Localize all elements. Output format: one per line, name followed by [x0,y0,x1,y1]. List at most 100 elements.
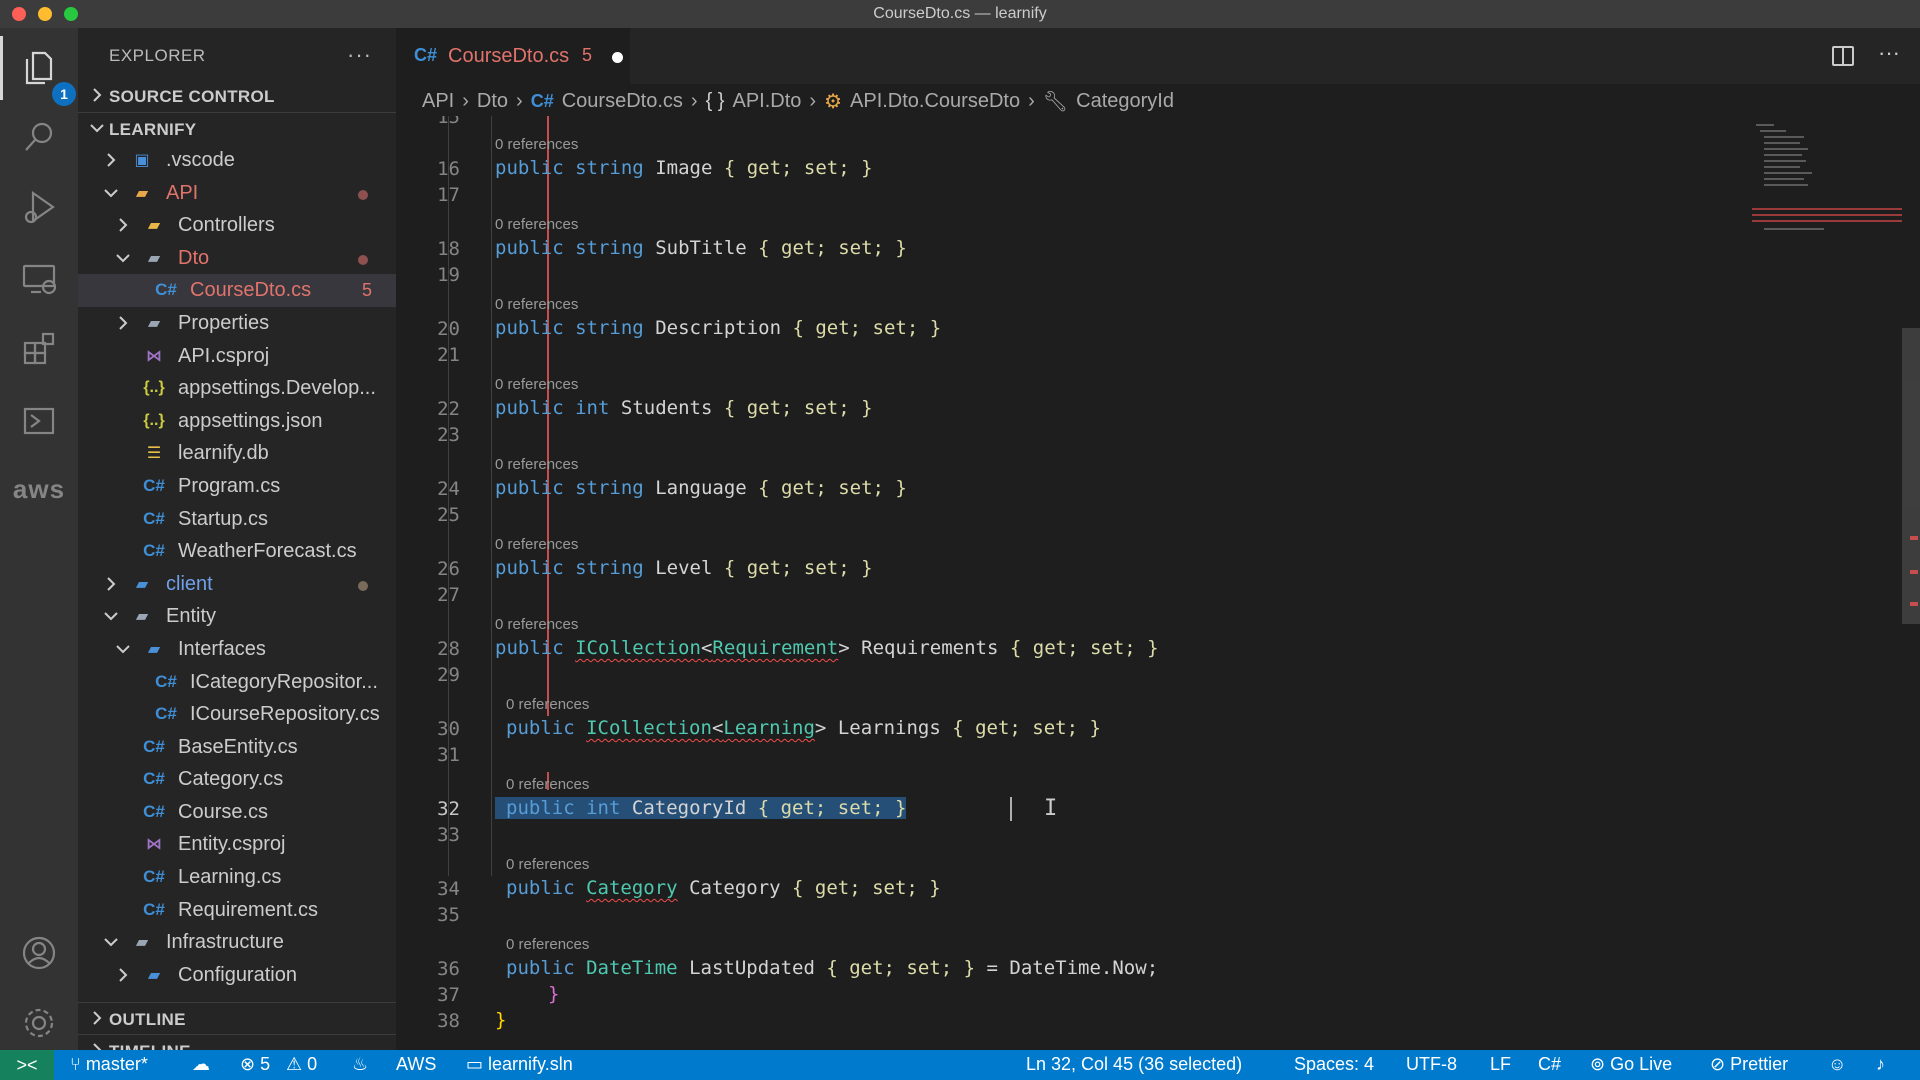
tab-label: CourseDto.cs [448,45,570,67]
source-control-section[interactable]: SOURCE CONTROL [78,80,396,112]
account-icon[interactable] [14,928,64,978]
codelens[interactable]: 0 references [396,932,1876,958]
codelens[interactable]: 0 references [396,772,1876,798]
remote-explorer-icon[interactable] [14,254,64,304]
breadcrumb-class[interactable]: API.Dto.CourseDto [850,90,1020,113]
codelens[interactable]: 0 references [396,372,1876,398]
explorer-icon[interactable]: 1 [14,42,76,106]
tree-item-program[interactable]: C# Program.cs [78,470,396,503]
tree-item-startup[interactable]: C# Startup.cs [78,503,396,536]
codelens[interactable]: 0 references [396,452,1876,478]
tree-item-entity-csproj[interactable]: ⋈ Entity.csproj [78,828,396,861]
chevron-right-icon: › [462,89,469,112]
tree-item-requirement[interactable]: C# Requirement.cs [78,894,396,927]
visual-studio-icon: ⋈ [146,347,162,365]
tab-problem-count: 5 [582,45,593,65]
solution-status[interactable]: ▭ learnify.sln [466,1054,573,1075]
code-line: 21 [437,344,460,366]
timeline-section[interactable]: TIMELINE [78,1034,396,1050]
csharp-file-icon: C# [143,867,165,887]
tree-item-client[interactable]: ▰ client [78,568,396,601]
breadcrumb-api[interactable]: API [422,90,454,113]
explorer-title: EXPLORER [109,46,206,65]
tree-item-learnify-db[interactable]: ☰ learnify.db [78,437,396,470]
code-editor[interactable]: 15 0 references 16 public string Image {… [396,116,1920,1050]
tree-item-api-csproj[interactable]: ⋈ API.csproj [78,340,396,373]
breadcrumb-file[interactable]: CourseDto.cs [562,90,683,113]
codelens[interactable]: 0 references [396,612,1876,638]
encoding-status[interactable]: UTF-8 [1406,1054,1457,1075]
active-indicator [0,36,3,100]
selected-text[interactable]: public int CategoryId { get; set; } [495,797,907,819]
csharp-file-icon: C# [155,671,177,691]
interfaces-folder-icon: ▰ [147,640,161,658]
tree-item-configuration[interactable]: ▰ Configuration [78,959,396,992]
outline-section[interactable]: OUTLINE [78,1002,396,1034]
activity-bar: 1 aws [0,28,78,1050]
breadcrumb-dto[interactable]: Dto [477,90,508,113]
prettier-status[interactable]: ⊘ Prettier [1710,1054,1788,1075]
eol-status[interactable]: LF [1490,1054,1511,1075]
tree-item-entity[interactable]: ▰ Entity [78,600,396,633]
flame-icon[interactable]: ♨ [352,1054,368,1075]
tree-item-learning[interactable]: C# Learning.cs [78,861,396,894]
tree-item-api[interactable]: ▰ API [78,177,396,210]
tree-item-vscode[interactable]: ▣ .vscode [78,144,396,177]
cursor-position[interactable]: Ln 32, Col 45 (36 selected) [1026,1054,1242,1075]
split-editor-icon[interactable] [1832,46,1854,66]
code-line: 34 public Category Category { get; set; … [437,877,941,900]
terminal-icon[interactable] [14,396,64,446]
notifications-bell-icon[interactable]: ♪ [1876,1054,1885,1075]
aws-icon[interactable]: aws [13,464,64,514]
branch-status[interactable]: ⑂ master* [70,1054,148,1075]
tab-coursedto[interactable]: C# CourseDto.cs 5 [396,28,630,84]
language-mode[interactable]: C# [1538,1054,1561,1075]
class-icon: ⚙ [824,90,843,113]
tree-item-controllers[interactable]: ▰ Controllers [78,209,396,242]
tree-item-icourserepository[interactable]: C# ICourseRepository.cs [78,698,396,731]
breadcrumb-property[interactable]: CategoryId [1076,90,1174,113]
code-line: 26 public string Level { get; set; } [437,557,873,580]
tree-item-coursedto[interactable]: C# CourseDto.cs 5 [78,274,396,307]
editor-scrollbar[interactable] [1902,328,1920,624]
extensions-icon[interactable] [14,324,64,374]
go-live-button[interactable]: ⊚ Go Live [1590,1054,1672,1075]
errors-count[interactable]: ⊗ 5 [240,1054,270,1075]
feedback-icon[interactable]: ☺ [1828,1054,1846,1075]
sync-icon[interactable]: ☁ [192,1054,210,1075]
codelens[interactable]: 0 references [396,292,1876,318]
tree-item-properties[interactable]: ▰ Properties [78,307,396,340]
chevron-down-icon [104,188,118,198]
tree-item-interfaces[interactable]: ▰ Interfaces [78,633,396,666]
warnings-count[interactable]: ⚠ 0 [286,1054,317,1075]
settings-gear-icon[interactable] [14,998,64,1048]
codelens[interactable]: 0 references [396,132,1876,158]
aws-status[interactable]: AWS [396,1054,436,1075]
codelens[interactable]: 0 references [396,212,1876,238]
tree-item-infrastructure[interactable]: ▰ Infrastructure [78,926,396,959]
run-debug-icon[interactable] [14,182,64,232]
client-folder-icon: ▰ [135,575,149,593]
codelens[interactable]: 0 references [396,532,1876,558]
explorer-more-actions-icon[interactable]: ··· [347,42,372,68]
tree-item-weatherforecast[interactable]: C# WeatherForecast.cs [78,535,396,568]
tree-item-category[interactable]: C# Category.cs [78,763,396,796]
tree-item-course[interactable]: C# Course.cs [78,796,396,829]
tree-item-appsettings-dev[interactable]: {..} appsettings.Develop... [78,372,396,405]
breadcrumb-namespace[interactable]: API.Dto [732,90,801,113]
project-section-header[interactable]: LEARNIFY [78,112,396,144]
tree-item-dto[interactable]: ▰ Dto [78,242,396,275]
minimap[interactable] [1752,120,1902,240]
remote-indicator-icon[interactable]: >< [0,1050,54,1080]
tree-item-baseentity[interactable]: C# BaseEntity.cs [78,731,396,764]
indentation-status[interactable]: Spaces: 4 [1294,1054,1374,1075]
codelens[interactable]: 0 references [396,692,1876,718]
codelens[interactable]: 0 references [396,852,1876,878]
tree-item-appsettings[interactable]: {..} appsettings.json [78,405,396,438]
chevron-right-icon [119,968,128,982]
chevron-right-icon: › [809,89,817,112]
search-icon[interactable] [14,112,64,162]
editor-more-actions-icon[interactable]: ··· [1878,40,1900,66]
tree-item-icategoryrepository[interactable]: C# ICategoryRepositor... [78,666,396,699]
unsaved-dot-icon[interactable] [612,52,623,63]
